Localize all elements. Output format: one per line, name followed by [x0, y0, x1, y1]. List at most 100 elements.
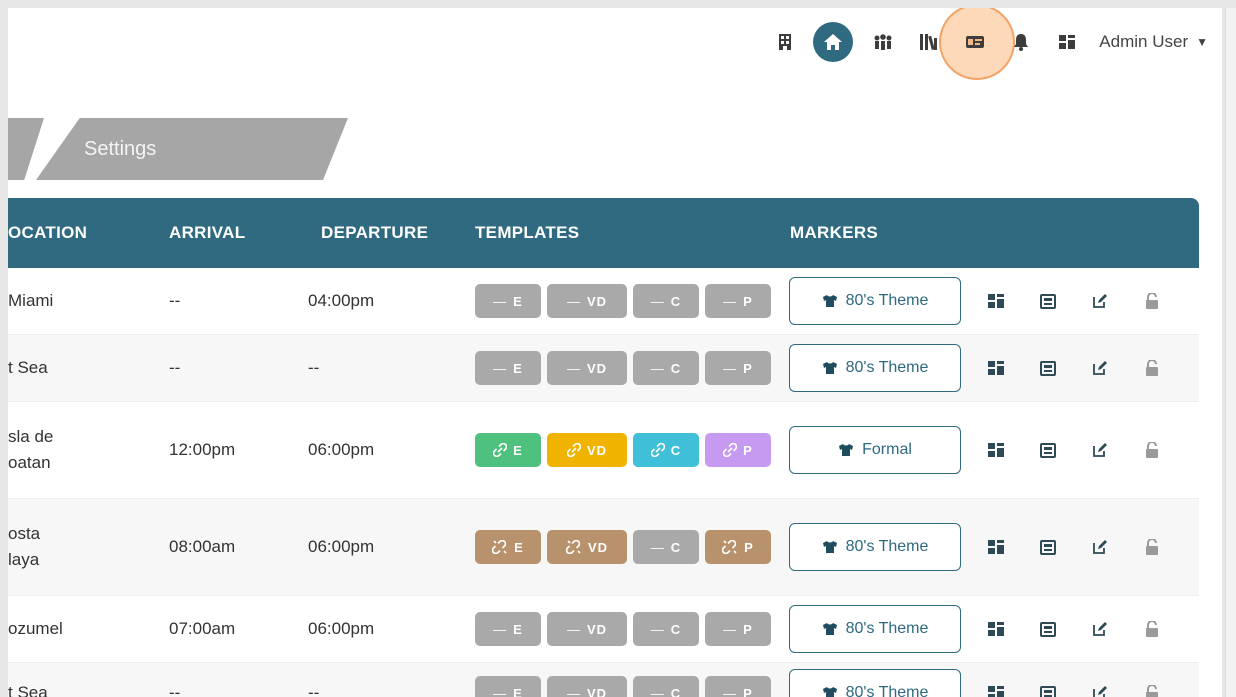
edit-icon[interactable]: [1088, 617, 1112, 641]
template-badge-c[interactable]: C: [633, 433, 699, 467]
template-badge-label: E: [513, 685, 523, 697]
template-badge-label: P: [743, 360, 753, 376]
building-icon[interactable]: [763, 20, 807, 64]
marker-button[interactable]: Formal: [789, 426, 961, 474]
template-badge-e[interactable]: — E: [475, 284, 541, 318]
template-badge-label: VD: [586, 685, 608, 697]
dash-icon: —: [493, 360, 508, 376]
table-header: OCATION ARRIVAL DEPARTURE TEMPLATES MARK…: [8, 198, 1199, 268]
template-badge-label: VD: [586, 293, 608, 309]
table-row: sla de oatan 12:00pm 06:00pm E VD C P Formal: [8, 402, 1199, 499]
newspaper-icon[interactable]: [1036, 617, 1060, 641]
template-badge-p[interactable]: P: [705, 433, 771, 467]
dash-icon: —: [650, 293, 665, 309]
marker-button[interactable]: 80's Theme: [789, 344, 961, 392]
dashboard-icon[interactable]: [1045, 20, 1089, 64]
arrival-cell: --: [169, 291, 181, 310]
unlock-icon[interactable]: [1140, 617, 1164, 641]
breadcrumb-current[interactable]: Settings: [36, 118, 348, 180]
template-badge-c[interactable]: — C: [633, 351, 699, 385]
template-badge-vd[interactable]: — VD: [547, 676, 627, 697]
template-badge-label: P: [743, 621, 753, 637]
template-badge-label: C: [670, 442, 682, 458]
dash-icon: —: [723, 293, 738, 309]
unlock-icon[interactable]: [1140, 438, 1164, 462]
newspaper-icon[interactable]: [1036, 438, 1060, 462]
edit-icon[interactable]: [1088, 289, 1112, 313]
unlock-icon[interactable]: [1140, 681, 1164, 697]
departure-cell: 06:00pm: [308, 537, 375, 556]
edit-icon[interactable]: [1088, 681, 1112, 697]
template-badge-p[interactable]: P: [705, 530, 771, 564]
row-actions: [984, 438, 1192, 462]
location-cell: ozumel: [8, 619, 63, 638]
top-nav: Admin User ▼: [761, 20, 1208, 64]
edit-icon[interactable]: [1088, 356, 1112, 380]
template-badge-vd[interactable]: — VD: [547, 284, 627, 318]
edit-icon[interactable]: [1088, 535, 1112, 559]
marker-button[interactable]: 80's Theme: [789, 277, 961, 325]
marker-button[interactable]: 80's Theme: [789, 669, 961, 697]
template-badge-p[interactable]: — P: [705, 351, 771, 385]
breadcrumb-previous[interactable]: [8, 118, 44, 180]
user-menu[interactable]: Admin User ▼: [1099, 32, 1208, 52]
tshirt-icon: [838, 443, 854, 457]
template-badges: E VD — C P: [475, 530, 777, 564]
template-badge-e[interactable]: E: [475, 433, 541, 467]
template-badge-e[interactable]: — E: [475, 676, 541, 697]
template-badge-e[interactable]: E: [475, 530, 541, 564]
id-card-icon[interactable]: [953, 20, 997, 64]
template-badge-vd[interactable]: VD: [547, 433, 627, 467]
scrollbar[interactable]: [1225, 8, 1236, 697]
dash-icon: —: [650, 360, 665, 376]
bell-icon[interactable]: [999, 20, 1043, 64]
marker-button[interactable]: 80's Theme: [789, 523, 961, 571]
unlock-icon[interactable]: [1140, 535, 1164, 559]
template-badge-c[interactable]: — C: [633, 676, 699, 697]
marker-label: 80's Theme: [845, 538, 929, 555]
grid-icon[interactable]: [984, 535, 1008, 559]
newspaper-icon[interactable]: [1036, 535, 1060, 559]
row-actions: [984, 356, 1192, 380]
template-badge-p[interactable]: — P: [705, 676, 771, 697]
grid-icon[interactable]: [984, 617, 1008, 641]
unlock-icon[interactable]: [1140, 289, 1164, 313]
row-actions: [984, 289, 1192, 313]
template-badge-c[interactable]: — C: [633, 530, 699, 564]
template-badge-vd[interactable]: — VD: [547, 612, 627, 646]
departure-cell: --: [308, 683, 320, 697]
template-badge-label: E: [513, 360, 523, 376]
unlock-icon[interactable]: [1140, 356, 1164, 380]
grid-icon[interactable]: [984, 289, 1008, 313]
grid-icon[interactable]: [984, 681, 1008, 697]
marker-label: 80's Theme: [845, 292, 929, 309]
dash-icon: —: [493, 621, 508, 637]
newspaper-icon[interactable]: [1036, 289, 1060, 313]
newspaper-icon[interactable]: [1036, 356, 1060, 380]
grid-icon[interactable]: [984, 438, 1008, 462]
home-icon[interactable]: [813, 22, 854, 62]
tshirt-icon: [822, 361, 838, 375]
template-badge-p[interactable]: — P: [705, 612, 771, 646]
people-icon[interactable]: [861, 20, 905, 64]
grid-icon[interactable]: [984, 356, 1008, 380]
template-badge-vd[interactable]: VD: [547, 530, 627, 564]
template-badge-e[interactable]: — E: [475, 612, 541, 646]
template-badge-vd[interactable]: — VD: [547, 351, 627, 385]
template-badge-e[interactable]: — E: [475, 351, 541, 385]
edit-icon[interactable]: [1088, 438, 1112, 462]
itinerary-table: OCATION ARRIVAL DEPARTURE TEMPLATES MARK…: [8, 198, 1199, 697]
template-badges: E VD C P: [475, 433, 777, 467]
template-badges: — E — VD — C — P: [475, 351, 777, 385]
template-badge-label: VD: [587, 539, 609, 555]
broken-link-icon: [492, 540, 508, 554]
template-badge-label: C: [670, 685, 682, 697]
template-badge-c[interactable]: — C: [633, 612, 699, 646]
template-badge-p[interactable]: — P: [705, 284, 771, 318]
newspaper-icon[interactable]: [1036, 681, 1060, 697]
marker-button[interactable]: 80's Theme: [789, 605, 961, 653]
departure-cell: 06:00pm: [308, 440, 375, 459]
tshirt-icon: [822, 540, 838, 554]
template-badge-c[interactable]: — C: [633, 284, 699, 318]
template-badge-label: C: [670, 293, 682, 309]
